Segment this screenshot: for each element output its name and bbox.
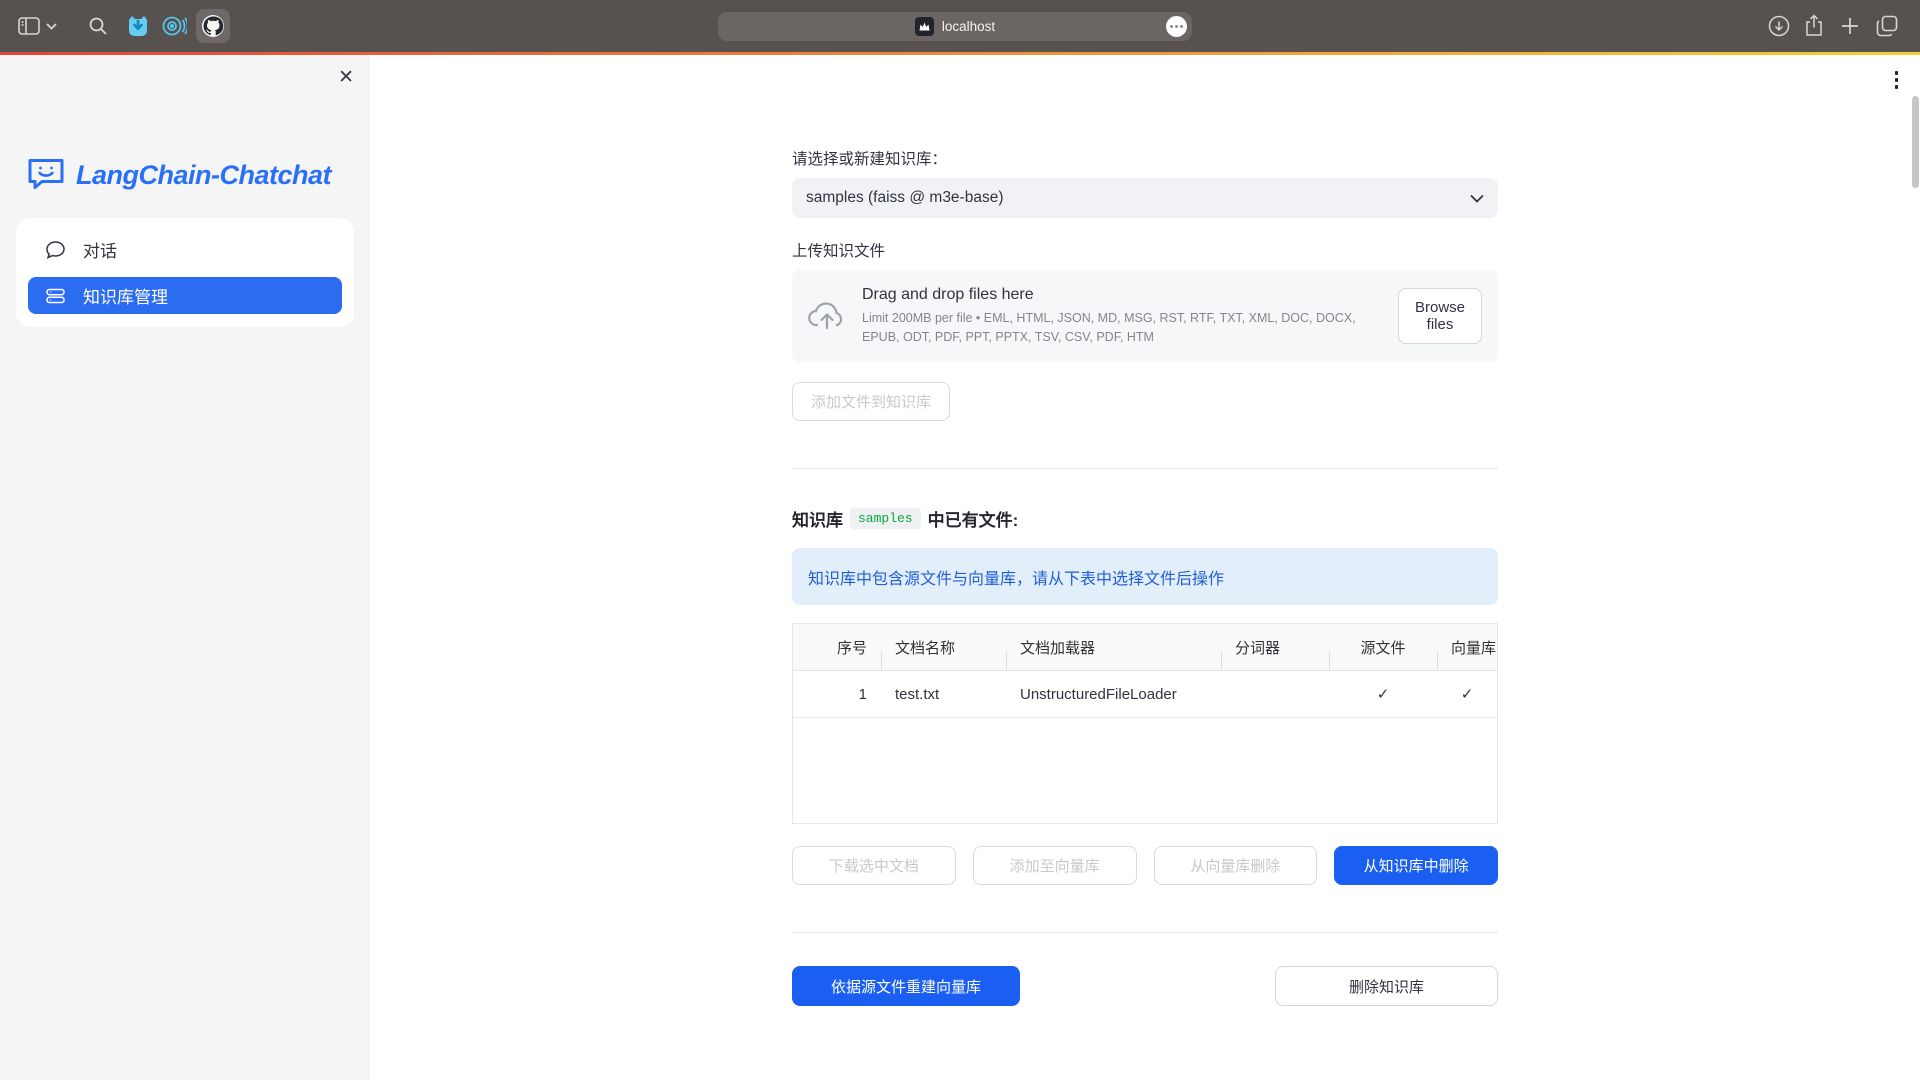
address-more-icon[interactable] [1166, 16, 1187, 37]
content-column: 请选择或新建知识库： samples (faiss @ m3e-base) 上传… [792, 55, 1498, 1006]
address-url: localhost [942, 19, 995, 34]
rebuild-vector-store-button[interactable]: 依据源文件重建向量库 [792, 966, 1020, 1006]
chat-icon [46, 241, 65, 259]
kb-files-heading-prefix: 知识库 [792, 506, 843, 531]
tabs-overview-icon[interactable] [1876, 0, 1898, 52]
col-header-loader[interactable]: 文档加载器 [1006, 637, 1221, 658]
cat-extension-icon[interactable] [126, 0, 150, 52]
col-header-index[interactable]: 序号 [793, 637, 881, 658]
file-dropzone[interactable]: Drag and drop files here Limit 200MB per… [792, 270, 1498, 362]
scrollbar-thumb[interactable] [1912, 96, 1919, 188]
kb-select[interactable]: samples (faiss @ m3e-base) [792, 178, 1498, 218]
bottom-action-buttons: 依据源文件重建向量库 删除知识库 [792, 966, 1498, 1006]
sidebar-toggle-icon[interactable] [18, 0, 40, 52]
divider [792, 932, 1498, 933]
address-bar[interactable]: localhost [718, 12, 1192, 41]
kb-name-code: samples [850, 508, 921, 529]
chat-bubble-logo-icon [26, 157, 66, 193]
add-files-to-kb-button[interactable]: 添加文件到知识库 [792, 382, 950, 421]
col-header-source[interactable]: 源文件 [1329, 637, 1437, 658]
table-row[interactable]: 1 test.txt UnstructuredFileLoader ✓ ✓ [793, 671, 1497, 718]
kb-select-value: samples (faiss @ m3e-base) [806, 189, 1004, 207]
sidebar: ✕ LangChain-Chatchat 对话 [0, 55, 370, 1080]
chevron-down-icon[interactable] [46, 0, 57, 52]
info-banner: 知识库中包含源文件与向量库，请从下表中选择文件后操作 [792, 548, 1498, 605]
github-extension-icon[interactable] [196, 9, 230, 43]
sidebar-item-label: 对话 [83, 237, 117, 262]
app-logo-text: LangChain-Chatchat [76, 160, 331, 191]
site-favicon [915, 17, 934, 36]
row-action-buttons: 下载选中文档 添加至向量库 从向量库删除 从知识库中删除 [792, 846, 1498, 885]
search-icon[interactable] [88, 0, 108, 52]
kb-files-heading: 知识库 samples 中已有文件: [792, 506, 1498, 531]
dropzone-title: Drag and drop files here [862, 286, 1398, 304]
new-tab-icon[interactable] [1841, 0, 1859, 52]
cloud-upload-icon [808, 300, 846, 332]
info-banner-text: 知识库中包含源文件与向量库，请从下表中选择文件后操作 [808, 565, 1224, 589]
sidebar-item-label: 知识库管理 [83, 283, 168, 308]
delete-kb-button[interactable]: 删除知识库 [1275, 966, 1498, 1006]
page-more-icon[interactable] [1891, 67, 1903, 93]
share-icon[interactable] [1804, 0, 1824, 52]
knowledge-base-icon [46, 287, 65, 305]
upload-label: 上传知识文件 [792, 239, 1498, 261]
sidebar-menu: 对话 知识库管理 [16, 218, 354, 327]
cell-name: test.txt [881, 686, 1006, 703]
cell-source-check: ✓ [1329, 685, 1437, 703]
chevron-down-icon [1470, 194, 1484, 203]
sidebar-item-kb-management[interactable]: 知识库管理 [28, 277, 342, 314]
ring-extension-icon[interactable] [161, 0, 187, 52]
kb-files-heading-suffix: 中已有文件: [928, 506, 1019, 531]
add-to-vector-button[interactable]: 添加至向量库 [973, 846, 1137, 885]
kb-select-label: 请选择或新建知识库： [792, 147, 1498, 169]
col-header-splitter[interactable]: 分词器 [1221, 637, 1329, 658]
kb-files-table: 序号 文档名称 文档加载器 分词器 源文件 向量库 1 test.txt Uns… [792, 623, 1498, 824]
cell-index: 1 [793, 686, 881, 703]
table-header-row: 序号 文档名称 文档加载器 分词器 源文件 向量库 [793, 624, 1497, 671]
browser-toolbar: localhost [0, 0, 1920, 52]
cell-loader: UnstructuredFileLoader [1006, 686, 1221, 703]
col-header-vector[interactable]: 向量库 [1437, 637, 1497, 658]
delete-from-kb-button[interactable]: 从知识库中删除 [1334, 846, 1498, 885]
download-icon[interactable] [1768, 0, 1790, 52]
dropzone-limit: Limit 200MB per file • EML, HTML, JSON, … [862, 309, 1390, 345]
divider [792, 468, 1498, 469]
sidebar-close-icon[interactable]: ✕ [338, 68, 354, 87]
main-area: 请选择或新建知识库： samples (faiss @ m3e-base) 上传… [370, 55, 1920, 1080]
cell-vector-check: ✓ [1437, 685, 1497, 703]
sidebar-item-dialogue[interactable]: 对话 [28, 231, 342, 268]
download-selected-button[interactable]: 下载选中文档 [792, 846, 956, 885]
col-header-name[interactable]: 文档名称 [881, 637, 1006, 658]
delete-from-vector-button[interactable]: 从向量库删除 [1154, 846, 1318, 885]
browse-files-button[interactable]: Browse files [1398, 288, 1482, 344]
app-logo: LangChain-Chatchat [26, 157, 370, 193]
